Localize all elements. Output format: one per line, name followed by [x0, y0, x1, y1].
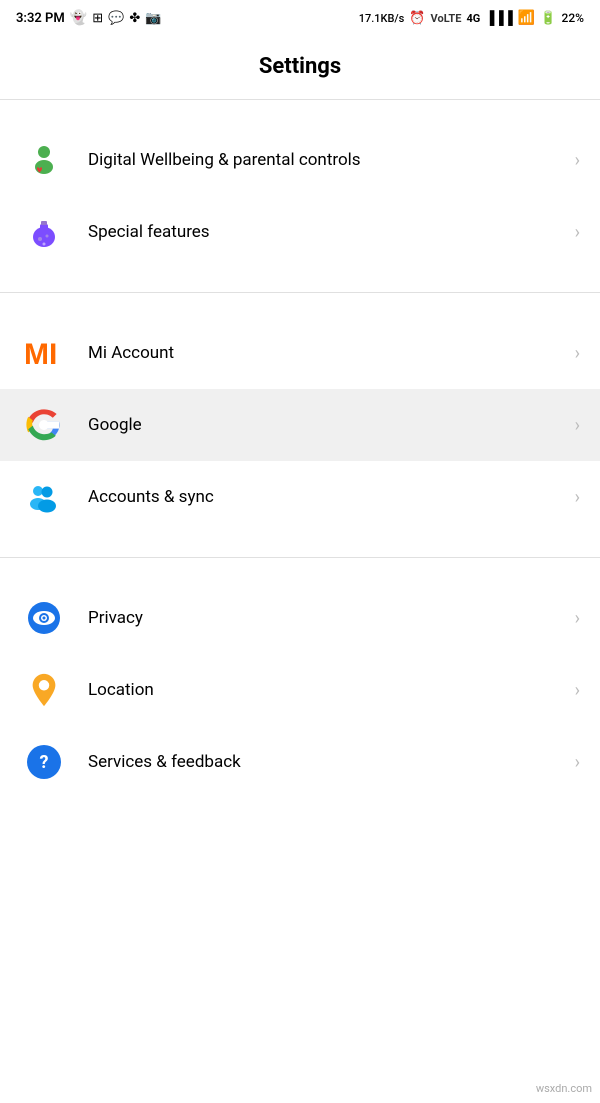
location-icon	[28, 672, 60, 708]
status-left: 3:32 PM 👻 ⊞ 💬 ✤ 📷	[16, 10, 161, 26]
services-feedback-label: Services & feedback	[88, 751, 567, 773]
page-title: Settings	[0, 36, 600, 99]
instagram-icon: 📷	[145, 11, 161, 26]
wellbeing-chevron: ›	[575, 150, 580, 171]
section-gap-5	[0, 558, 600, 582]
wellbeing-icon-wrap	[20, 136, 68, 184]
google-icon-wrap	[20, 401, 68, 449]
wellbeing-icon	[25, 141, 63, 179]
accounts-sync-icon	[25, 478, 63, 516]
network-speed: 17.1KB/s	[359, 12, 405, 25]
whatsapp-icon: 💬	[108, 11, 124, 26]
services-chevron: ›	[575, 752, 580, 773]
wifi-icon: 📶	[518, 10, 535, 26]
mi-account-item[interactable]: MI Mi Account ›	[0, 317, 600, 389]
special-chevron: ›	[575, 222, 580, 243]
location-icon-wrap	[20, 666, 68, 714]
status-bar: 3:32 PM 👻 ⊞ 💬 ✤ 📷 17.1KB/s ⏰ VoLTE 4G ▐▐…	[0, 0, 600, 36]
battery-icon: 🔋	[540, 11, 556, 26]
location-item[interactable]: Location ›	[0, 654, 600, 726]
section-gap-1	[0, 100, 600, 124]
privacy-icon	[26, 600, 62, 636]
location-chevron: ›	[575, 680, 580, 701]
privacy-label: Privacy	[88, 607, 567, 629]
services-feedback-icon: ?	[27, 745, 61, 779]
special-features-icon	[26, 214, 62, 250]
section-3: Privacy › Location › ? Services & feedba…	[0, 582, 600, 798]
google-label: Google	[88, 414, 567, 436]
services-feedback-item[interactable]: ? Services & feedback ›	[0, 726, 600, 798]
signal-bars-icon: ▐▐▐	[485, 10, 513, 26]
grid-icon: ⊞	[92, 11, 103, 26]
accounts-sync-item[interactable]: Accounts & sync ›	[0, 461, 600, 533]
svg-text:MI: MI	[24, 338, 57, 368]
battery-percent: 22%	[562, 11, 584, 25]
location-label: Location	[88, 679, 567, 701]
special-features-item[interactable]: Special features ›	[0, 196, 600, 268]
wellbeing-label: Digital Wellbeing & parental controls	[88, 149, 567, 171]
privacy-chevron: ›	[575, 608, 580, 629]
section-gap-3	[0, 293, 600, 317]
accounts-icon-wrap	[20, 473, 68, 521]
accounts-sync-label: Accounts & sync	[88, 486, 567, 508]
privacy-item[interactable]: Privacy ›	[0, 582, 600, 654]
google-icon	[26, 407, 62, 443]
google-item[interactable]: Google ›	[0, 389, 600, 461]
section-1: Digital Wellbeing & parental controls › …	[0, 124, 600, 268]
browser-icon: ✤	[129, 11, 140, 26]
snapchat-icon: 👻	[70, 10, 87, 26]
privacy-icon-wrap	[20, 594, 68, 642]
special-features-label: Special features	[88, 221, 567, 243]
section-2: MI Mi Account › Google ›	[0, 317, 600, 533]
digital-wellbeing-item[interactable]: Digital Wellbeing & parental controls ›	[0, 124, 600, 196]
mi-account-icon: MI	[24, 338, 64, 368]
google-chevron: ›	[575, 415, 580, 436]
section-gap-4	[0, 533, 600, 557]
watermark: wsxdn.com	[536, 1082, 592, 1095]
alarm-icon: ⏰	[409, 11, 425, 26]
accounts-chevron: ›	[575, 487, 580, 508]
volte-icon: VoLTE	[431, 12, 462, 25]
status-right: 17.1KB/s ⏰ VoLTE 4G ▐▐▐ 📶 🔋 22%	[359, 10, 584, 26]
special-icon-wrap	[20, 208, 68, 256]
status-time: 3:32 PM	[16, 11, 65, 26]
mi-chevron: ›	[575, 343, 580, 364]
signal-4g-icon: 4G	[466, 12, 480, 25]
mi-icon-wrap: MI	[20, 329, 68, 377]
mi-account-label: Mi Account	[88, 342, 567, 364]
services-icon-wrap: ?	[20, 738, 68, 786]
section-gap-2	[0, 268, 600, 292]
